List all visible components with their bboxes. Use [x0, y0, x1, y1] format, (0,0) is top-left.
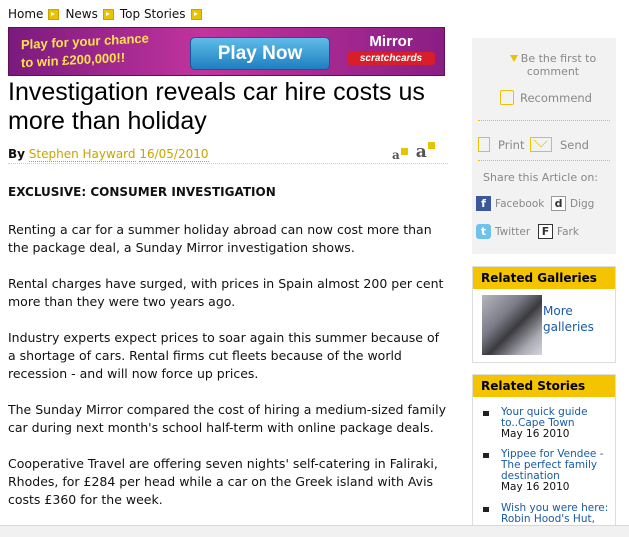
fark-label: Fark — [557, 225, 579, 238]
related-story-link[interactable]: Your quick guide to..Cape Town — [501, 407, 613, 429]
comment-label: Be the first to comment — [520, 52, 597, 78]
font-smaller-label: a — [392, 148, 400, 162]
font-size-controls: a a — [392, 142, 435, 162]
related-story-item[interactable]: Your quick guide to..Cape Town May 16 20… — [483, 407, 613, 440]
related-story-link[interactable]: Yippee for Vendee - The perfect family d… — [501, 449, 613, 482]
related-story-item[interactable]: Wish you were here: Robin Hood's Hut, — [483, 503, 613, 525]
banner-promo-line1: Play for your chance — [21, 30, 149, 53]
banner-promo-line2: to win £200,000!! — [21, 49, 126, 71]
chevron-right-icon — [190, 8, 202, 20]
publish-date: 16/05/2010 — [139, 147, 209, 162]
gallery-thumbnail[interactable] — [482, 295, 542, 355]
bullet-icon — [483, 411, 489, 416]
bullet-icon — [483, 453, 489, 458]
related-story-date: May 16 2010 — [501, 481, 570, 493]
recommend-button[interactable]: Recommend — [500, 90, 592, 105]
font-larger-label: a — [415, 142, 427, 162]
article-paragraph: Cooperative Travel are offering seven ni… — [8, 456, 438, 507]
related-galleries-heading: Related Galleries — [473, 267, 615, 289]
article-kicker: EXCLUSIVE: CONSUMER INVESTIGATION — [8, 185, 276, 199]
digg-label: Digg — [570, 197, 595, 210]
chevron-right-icon — [102, 8, 114, 20]
breadcrumb: Home News Top Stories — [8, 7, 208, 21]
banner-promo-text: Play for your chance to win £200,000!! — [21, 28, 181, 72]
minus-icon — [400, 148, 408, 155]
breadcrumb-news-link[interactable]: News — [65, 7, 97, 21]
article-paragraph: Renting a car for a summer holiday abroa… — [8, 222, 432, 255]
plus-icon — [427, 142, 435, 149]
tools-divider — [478, 120, 610, 121]
share-fark-link[interactable]: F Fark — [538, 224, 579, 239]
tools-divider — [478, 160, 610, 161]
font-smaller-button[interactable]: a — [392, 148, 408, 162]
related-story-link[interactable]: Wish you were here: Robin Hood's Hut, — [501, 503, 613, 525]
article-headline: Investigation reveals car hire costs us … — [8, 78, 425, 135]
article-paragraph: Industry experts expect prices to soar a… — [8, 330, 439, 381]
thumbs-up-icon — [500, 90, 514, 105]
facebook-icon: f — [476, 196, 491, 211]
related-galleries-box: Related Galleries More galleries — [472, 266, 616, 363]
comment-link[interactable]: Be the first to comment — [498, 52, 608, 78]
banner-brand-sub: scratchcards — [347, 52, 435, 65]
facebook-label: Facebook — [495, 197, 545, 210]
share-twitter-link[interactable]: t Twitter — [476, 224, 530, 239]
recommend-label: Recommend — [520, 90, 592, 105]
more-galleries-link[interactable]: More galleries — [543, 303, 613, 335]
send-label: Send — [560, 137, 589, 152]
breadcrumb-home-link[interactable]: Home — [8, 7, 43, 21]
banner-brand-name: Mirror — [369, 33, 413, 50]
author-link[interactable]: Stephen Hayward — [28, 147, 136, 162]
send-button[interactable]: Send — [530, 137, 589, 152]
related-story-date: May 16 2010 — [501, 428, 570, 440]
byline: By Stephen Hayward 16/05/2010 — [8, 147, 209, 162]
share-label: Share this Article on: — [483, 171, 599, 184]
article-paragraph: The Sunday Mirror compared the cost of h… — [8, 402, 447, 435]
print-button[interactable]: Print — [478, 137, 524, 152]
article-tools-panel: Be the first to comment Recommend Print … — [472, 38, 616, 254]
bullet-icon — [483, 507, 489, 512]
article-body: EXCLUSIVE: CONSUMER INVESTIGATION Rentin… — [8, 183, 448, 527]
related-stories-box: Related Stories Your quick guide to..Cap… — [472, 374, 616, 526]
byline-divider — [8, 163, 448, 164]
byline-by: By — [8, 147, 25, 161]
related-story-item[interactable]: Yippee for Vendee - The perfect family d… — [483, 449, 613, 493]
arrow-down-icon — [509, 55, 518, 62]
print-label: Print — [498, 137, 525, 152]
twitter-label: Twitter — [495, 225, 531, 238]
chevron-right-icon — [48, 8, 60, 20]
share-digg-link[interactable]: d Digg — [551, 196, 594, 211]
play-now-button[interactable]: Play Now — [190, 37, 330, 70]
fark-icon: F — [538, 224, 553, 239]
digg-icon: d — [551, 196, 566, 211]
envelope-icon — [530, 137, 552, 152]
share-facebook-link[interactable]: f Facebook — [476, 196, 544, 211]
horizontal-scrollbar[interactable] — [0, 525, 629, 537]
banner-brand: Mirror scratchcards — [341, 33, 441, 65]
article-paragraph: Rental charges have surged, with prices … — [8, 276, 444, 309]
print-icon — [478, 137, 490, 152]
scratchcards-banner-ad[interactable]: Play for your chance to win £200,000!! P… — [8, 27, 445, 76]
font-larger-button[interactable]: a — [416, 142, 435, 162]
breadcrumb-top-stories-link[interactable]: Top Stories — [120, 7, 186, 21]
related-stories-heading: Related Stories — [473, 375, 615, 397]
twitter-icon: t — [476, 224, 491, 239]
